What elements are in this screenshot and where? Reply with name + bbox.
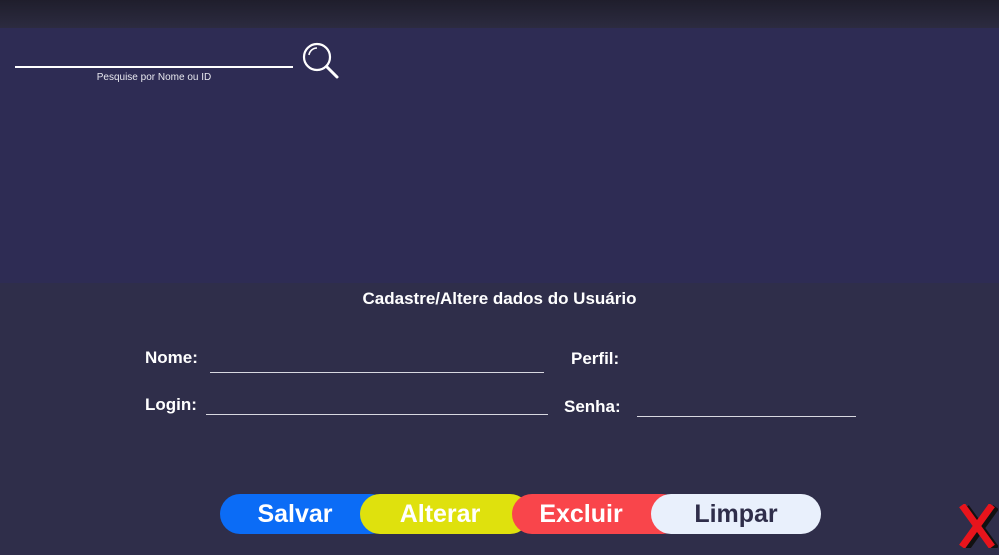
close-button[interactable] (958, 503, 999, 551)
senha-label: Senha: (564, 397, 621, 416)
search-icon (302, 42, 339, 79)
perfil-label: Perfil: (571, 349, 620, 368)
senha-field[interactable] (637, 396, 856, 417)
alterar-label: Alterar (399, 499, 481, 528)
search-hint: Pesquise por Nome ou ID (96, 72, 212, 83)
excluir-label: Excluir (539, 499, 623, 528)
salvar-label: Salvar (257, 499, 333, 528)
login-label: Login: (145, 395, 197, 414)
search-button[interactable] (300, 40, 340, 80)
nome-field[interactable] (210, 352, 544, 373)
form-title: Cadastre/Altere dados do Usuário (362, 289, 637, 308)
nome-label: Nome: (145, 348, 198, 367)
title-bar (0, 0, 999, 28)
limpar-label: Limpar (694, 499, 778, 528)
alterar-button[interactable]: Alterar (360, 494, 530, 534)
login-field[interactable] (206, 394, 548, 415)
limpar-button[interactable]: Limpar (651, 494, 821, 534)
close-icon (959, 503, 999, 551)
search-input[interactable] (15, 44, 293, 68)
